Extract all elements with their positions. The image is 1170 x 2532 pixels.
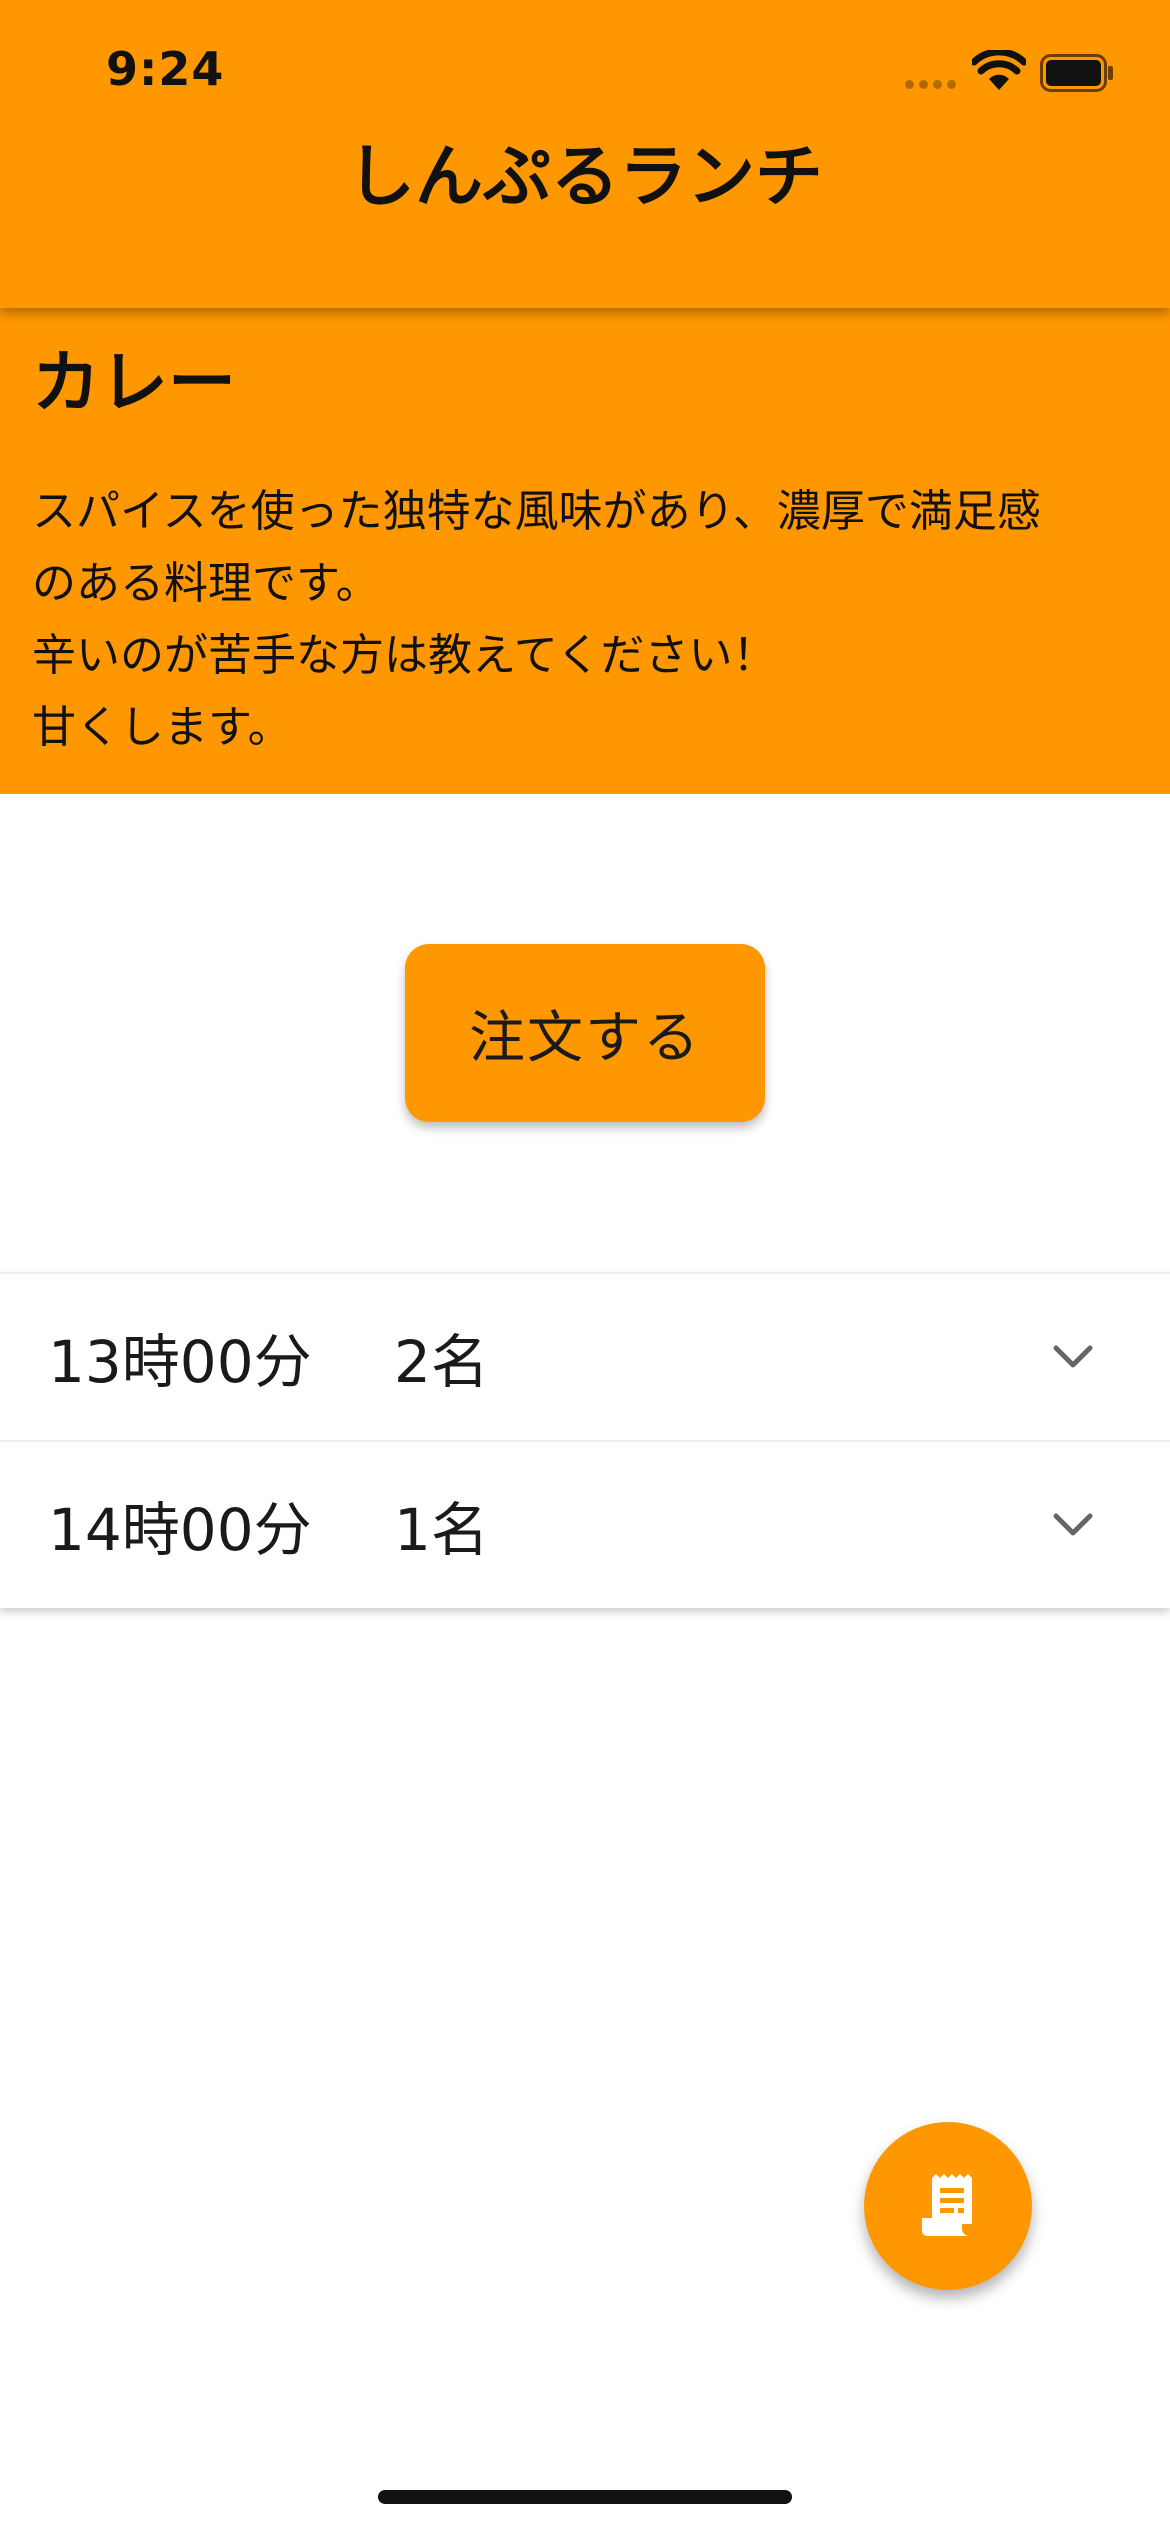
menu-description-line: 辛いのが苦手な方は教えてください！ — [32, 630, 777, 681]
order-button[interactable]: 注文する — [405, 944, 765, 1122]
order-time: 14時00分 — [48, 1496, 312, 1564]
menu-description-line: 甘くします。 — [32, 702, 292, 753]
order-list: 13時00分 2名 14時00分 1名 — [0, 1272, 1170, 1608]
order-time: 13時00分 — [48, 1328, 312, 1396]
menu-card: カレー スパイスを使った独特な風味があり、濃厚で満足感 のある料理です。 辛いの… — [0, 308, 1170, 794]
order-count: 2名 — [394, 1328, 489, 1396]
order-row[interactable]: 14時00分 1名 — [0, 1440, 1170, 1608]
home-indicator — [378, 2490, 792, 2504]
receipt-icon — [922, 2174, 972, 2236]
battery-icon — [1040, 54, 1113, 92]
status-time: 9:24 — [106, 42, 225, 96]
menu-description-line: スパイスを使った独特な風味があり、濃厚で満足感 — [32, 486, 1041, 537]
menu-description: スパイスを使った独特な風味があり、濃厚で満足感 のある料理です。 辛いのが苦手な… — [32, 476, 1152, 764]
wifi-icon — [972, 50, 1026, 90]
receipt-fab-button[interactable] — [864, 2122, 1032, 2290]
menu-description-line: のある料理です。 — [32, 558, 380, 609]
cellular-signal-icon — [905, 80, 957, 90]
order-count: 1名 — [394, 1496, 489, 1564]
app-title: しんぷるランチ — [346, 138, 823, 217]
app-bar: 9:24 しんぷるランチ — [0, 0, 1170, 308]
chevron-down-icon[interactable] — [1052, 1512, 1094, 1538]
order-row[interactable]: 13時00分 2名 — [0, 1272, 1170, 1440]
menu-name: カレー — [32, 344, 237, 423]
chevron-down-icon[interactable] — [1052, 1344, 1094, 1370]
